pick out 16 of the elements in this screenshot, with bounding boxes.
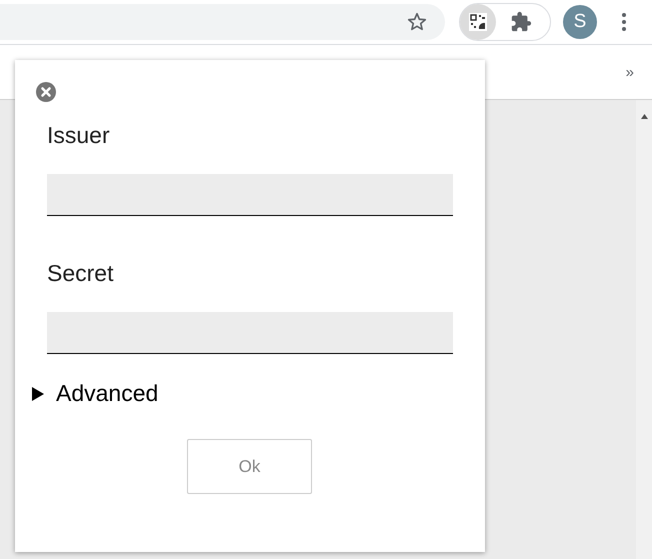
scroll-up-arrow-icon[interactable] [640,114,648,119]
qr-code-icon[interactable] [468,12,488,32]
bookmarks-overflow-button[interactable]: » [626,64,634,80]
qr-code-extension-button[interactable] [460,4,496,40]
close-icon[interactable] [36,82,56,102]
profile-avatar[interactable]: S [563,5,597,39]
menu-icon[interactable] [622,13,626,31]
caret-icon[interactable] [32,386,44,400]
advanced-toggle[interactable]: Advanced [32,380,158,407]
star-icon[interactable] [406,11,428,33]
input-field[interactable] [47,174,453,216]
field-label: Issuer [47,122,110,150]
field-label: Secret [47,260,114,288]
puzzle-piece-icon[interactable] [510,11,532,33]
input-field[interactable] [47,312,453,354]
scrollbar[interactable] [636,100,652,559]
